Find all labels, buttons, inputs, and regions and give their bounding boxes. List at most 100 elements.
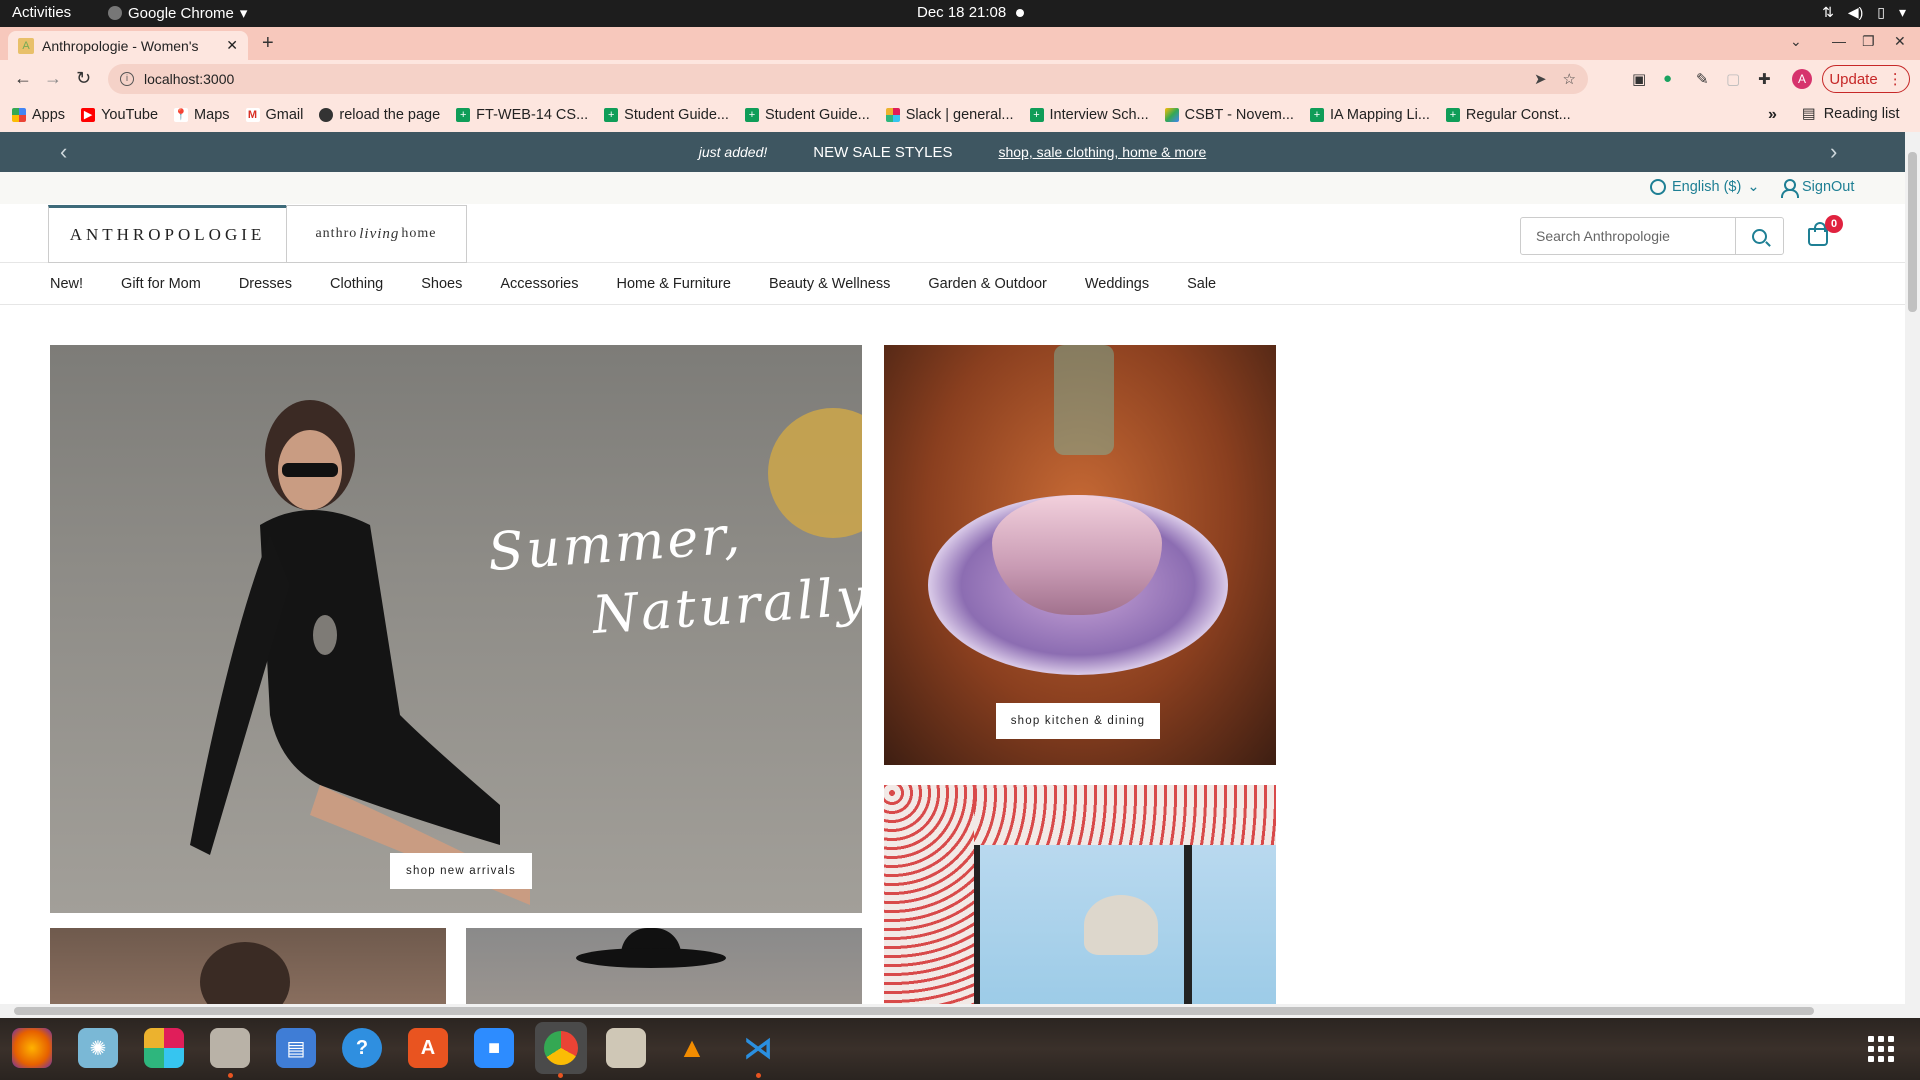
bookmark-interview[interactable]: + Interview Sch... [1029, 107, 1149, 123]
bookmark-slack[interactable]: Slack | general... [885, 107, 1014, 123]
extensions-puzzle-icon[interactable]: ✚ [1758, 70, 1771, 88]
bookmark-regular-const[interactable]: + Regular Const... [1445, 107, 1571, 123]
address-bar[interactable]: i localhost:3000 ➤ ☆ [108, 64, 1588, 94]
close-tab-icon[interactable]: ✕ [226, 37, 238, 54]
bookmarks-overflow-button[interactable]: » [1768, 106, 1777, 124]
firefox-icon[interactable] [12, 1028, 52, 1068]
bookmark-maps[interactable]: 📍 Maps [174, 107, 230, 123]
minimize-button[interactable]: — [1832, 33, 1846, 49]
browser-tab-active[interactable]: A Anthropologie - Women's ✕ [8, 31, 248, 60]
bookmark-csbt[interactable]: CSBT - Novem... [1164, 107, 1294, 123]
nav-item-new[interactable]: New! [50, 276, 83, 292]
bookmark-youtube[interactable]: ▶ YouTube [81, 107, 158, 123]
shop-kitchen-dining-button[interactable]: shop kitchen & dining [996, 703, 1160, 739]
reading-list-button[interactable]: ▤ Reading list [1802, 106, 1899, 122]
nav-item-gift-for-mom[interactable]: Gift for Mom [121, 276, 201, 292]
promo-just-added: just added! [698, 144, 768, 160]
globe-icon [1650, 179, 1666, 195]
shopping-bag-icon[interactable] [1808, 222, 1828, 246]
clock[interactable]: Dec 18 21:08 [917, 4, 1006, 21]
page-viewport: ‹ just added! NEW SALE STYLES shop, sale… [0, 132, 1920, 1004]
anthropologie-logo[interactable]: ANTHROPOLOGIE [48, 205, 287, 263]
anthroliving-home-logo[interactable]: anthro living home [286, 205, 467, 263]
software-center-icon[interactable]: A [408, 1028, 448, 1068]
extension-media-icon[interactable]: ▣ [1632, 70, 1646, 88]
hat-brim-graphic [576, 948, 726, 968]
restore-button[interactable]: ❐ [1862, 33, 1875, 50]
signout-link[interactable]: SignOut [1780, 179, 1854, 198]
eyedropper-extension-icon[interactable]: ✎ [1696, 70, 1709, 88]
bookmark-reload[interactable]: reload the page [319, 107, 440, 123]
close-window-button[interactable]: ✕ [1894, 33, 1906, 50]
bookmark-student-guide-2[interactable]: + Student Guide... [744, 107, 870, 123]
model-hat-image[interactable] [466, 928, 862, 1004]
grammarly-extension-icon[interactable]: ● [1663, 70, 1672, 87]
search-button[interactable] [1735, 218, 1783, 254]
tab-search-icon[interactable]: ⌄ [1790, 33, 1802, 50]
bookmark-label: Regular Const... [1465, 107, 1571, 123]
nav-item-shoes[interactable]: Shoes [421, 276, 462, 292]
bookmark-ia-mapping[interactable]: + IA Mapping Li... [1309, 107, 1430, 123]
shop-new-arrivals-button[interactable]: shop new arrivals [390, 853, 532, 889]
bookmark-gmail[interactable]: M Gmail [245, 107, 303, 123]
archive-manager-icon[interactable] [606, 1028, 646, 1068]
bookmark-star-icon[interactable]: ☆ [1563, 70, 1576, 88]
tab-strip: A Anthropologie - Women's ✕ + ⌄ — ❐ ✕ [0, 27, 1920, 60]
promo-prev-arrow-icon[interactable]: ‹ [60, 139, 67, 165]
model-silhouette [190, 400, 530, 905]
url-text[interactable]: localhost:3000 [144, 71, 234, 87]
new-tab-button[interactable]: + [262, 32, 274, 55]
chrome-icon[interactable] [535, 1022, 587, 1074]
writer-icon[interactable]: ▤ [276, 1028, 316, 1068]
nav-item-garden-outdoor[interactable]: Garden & Outdoor [928, 276, 1047, 292]
back-button[interactable]: ← [14, 68, 32, 89]
language-selector[interactable]: English ($) ⌄ [1650, 179, 1759, 195]
hero-summer-image[interactable]: Summer, Naturally shop new arrivals [50, 345, 862, 913]
help-icon[interactable]: ? [342, 1028, 382, 1068]
nav-item-accessories[interactable]: Accessories [500, 276, 578, 292]
show-applications-icon[interactable] [1868, 1036, 1894, 1062]
app-menu[interactable]: Google Chrome ▾ [108, 4, 247, 22]
zoom-icon[interactable]: ■ [474, 1028, 514, 1068]
bookmark-label: IA Mapping Li... [1329, 107, 1430, 123]
files-icon[interactable] [210, 1028, 250, 1068]
sheets-icon: + [456, 108, 471, 122]
vertical-scrollbar[interactable] [1905, 132, 1920, 1004]
forward-button[interactable]: → [44, 68, 62, 89]
battery-icon: ▯ [1877, 4, 1885, 20]
horizontal-scrollbar[interactable] [0, 1004, 1920, 1018]
site-header: ANTHROPOLOGIE anthro living home 0 [0, 204, 1905, 263]
send-icon[interactable]: ➤ [1534, 70, 1547, 88]
reload-button[interactable]: ↻ [76, 68, 91, 89]
scrollbar-thumb[interactable] [14, 1007, 1814, 1015]
kitchen-dining-image[interactable]: shop kitchen & dining [884, 345, 1276, 765]
chrome-app-icon [108, 6, 122, 20]
nav-item-beauty-wellness[interactable]: Beauty & Wellness [769, 276, 890, 292]
search-input[interactable] [1521, 218, 1735, 254]
nav-item-sale[interactable]: Sale [1187, 276, 1216, 292]
system-tray[interactable]: ⇅ ◀) ▯ ▾ [1822, 4, 1906, 21]
promo-link[interactable]: shop, sale clothing, home & more [998, 144, 1206, 160]
user-icon [1780, 179, 1799, 198]
vlc-icon[interactable]: ▲ [672, 1028, 712, 1068]
site-info-icon[interactable]: i [120, 72, 134, 86]
home-room-image[interactable] [884, 785, 1276, 1004]
slack-icon[interactable] [144, 1028, 184, 1068]
nav-item-clothing[interactable]: Clothing [330, 276, 383, 292]
promo-next-arrow-icon[interactable]: › [1830, 139, 1837, 165]
nav-item-home-furniture[interactable]: Home & Furniture [617, 276, 731, 292]
bookmarks-bar: Apps ▶ YouTube 📍 Maps M Gmail reload the pa… [0, 98, 1920, 132]
nav-item-weddings[interactable]: Weddings [1085, 276, 1149, 292]
bookmark-student-guide-1[interactable]: + Student Guide... [604, 107, 729, 123]
extension-blank-icon[interactable]: ▢ [1726, 70, 1740, 88]
nav-item-dresses[interactable]: Dresses [239, 276, 292, 292]
activities-button[interactable]: Activities [12, 4, 71, 21]
model-portrait-image[interactable] [50, 928, 446, 1004]
profile-avatar[interactable]: A [1792, 69, 1812, 89]
scrollbar-thumb[interactable] [1908, 152, 1917, 312]
bookmark-ft-web[interactable]: + FT-WEB-14 CS... [456, 107, 588, 123]
vscode-icon[interactable]: ⋊ [738, 1028, 778, 1068]
compass-app-icon[interactable]: ✺ [78, 1028, 118, 1068]
update-button[interactable]: Update ⋮ [1822, 65, 1910, 93]
bookmark-apps[interactable]: Apps [12, 107, 65, 123]
